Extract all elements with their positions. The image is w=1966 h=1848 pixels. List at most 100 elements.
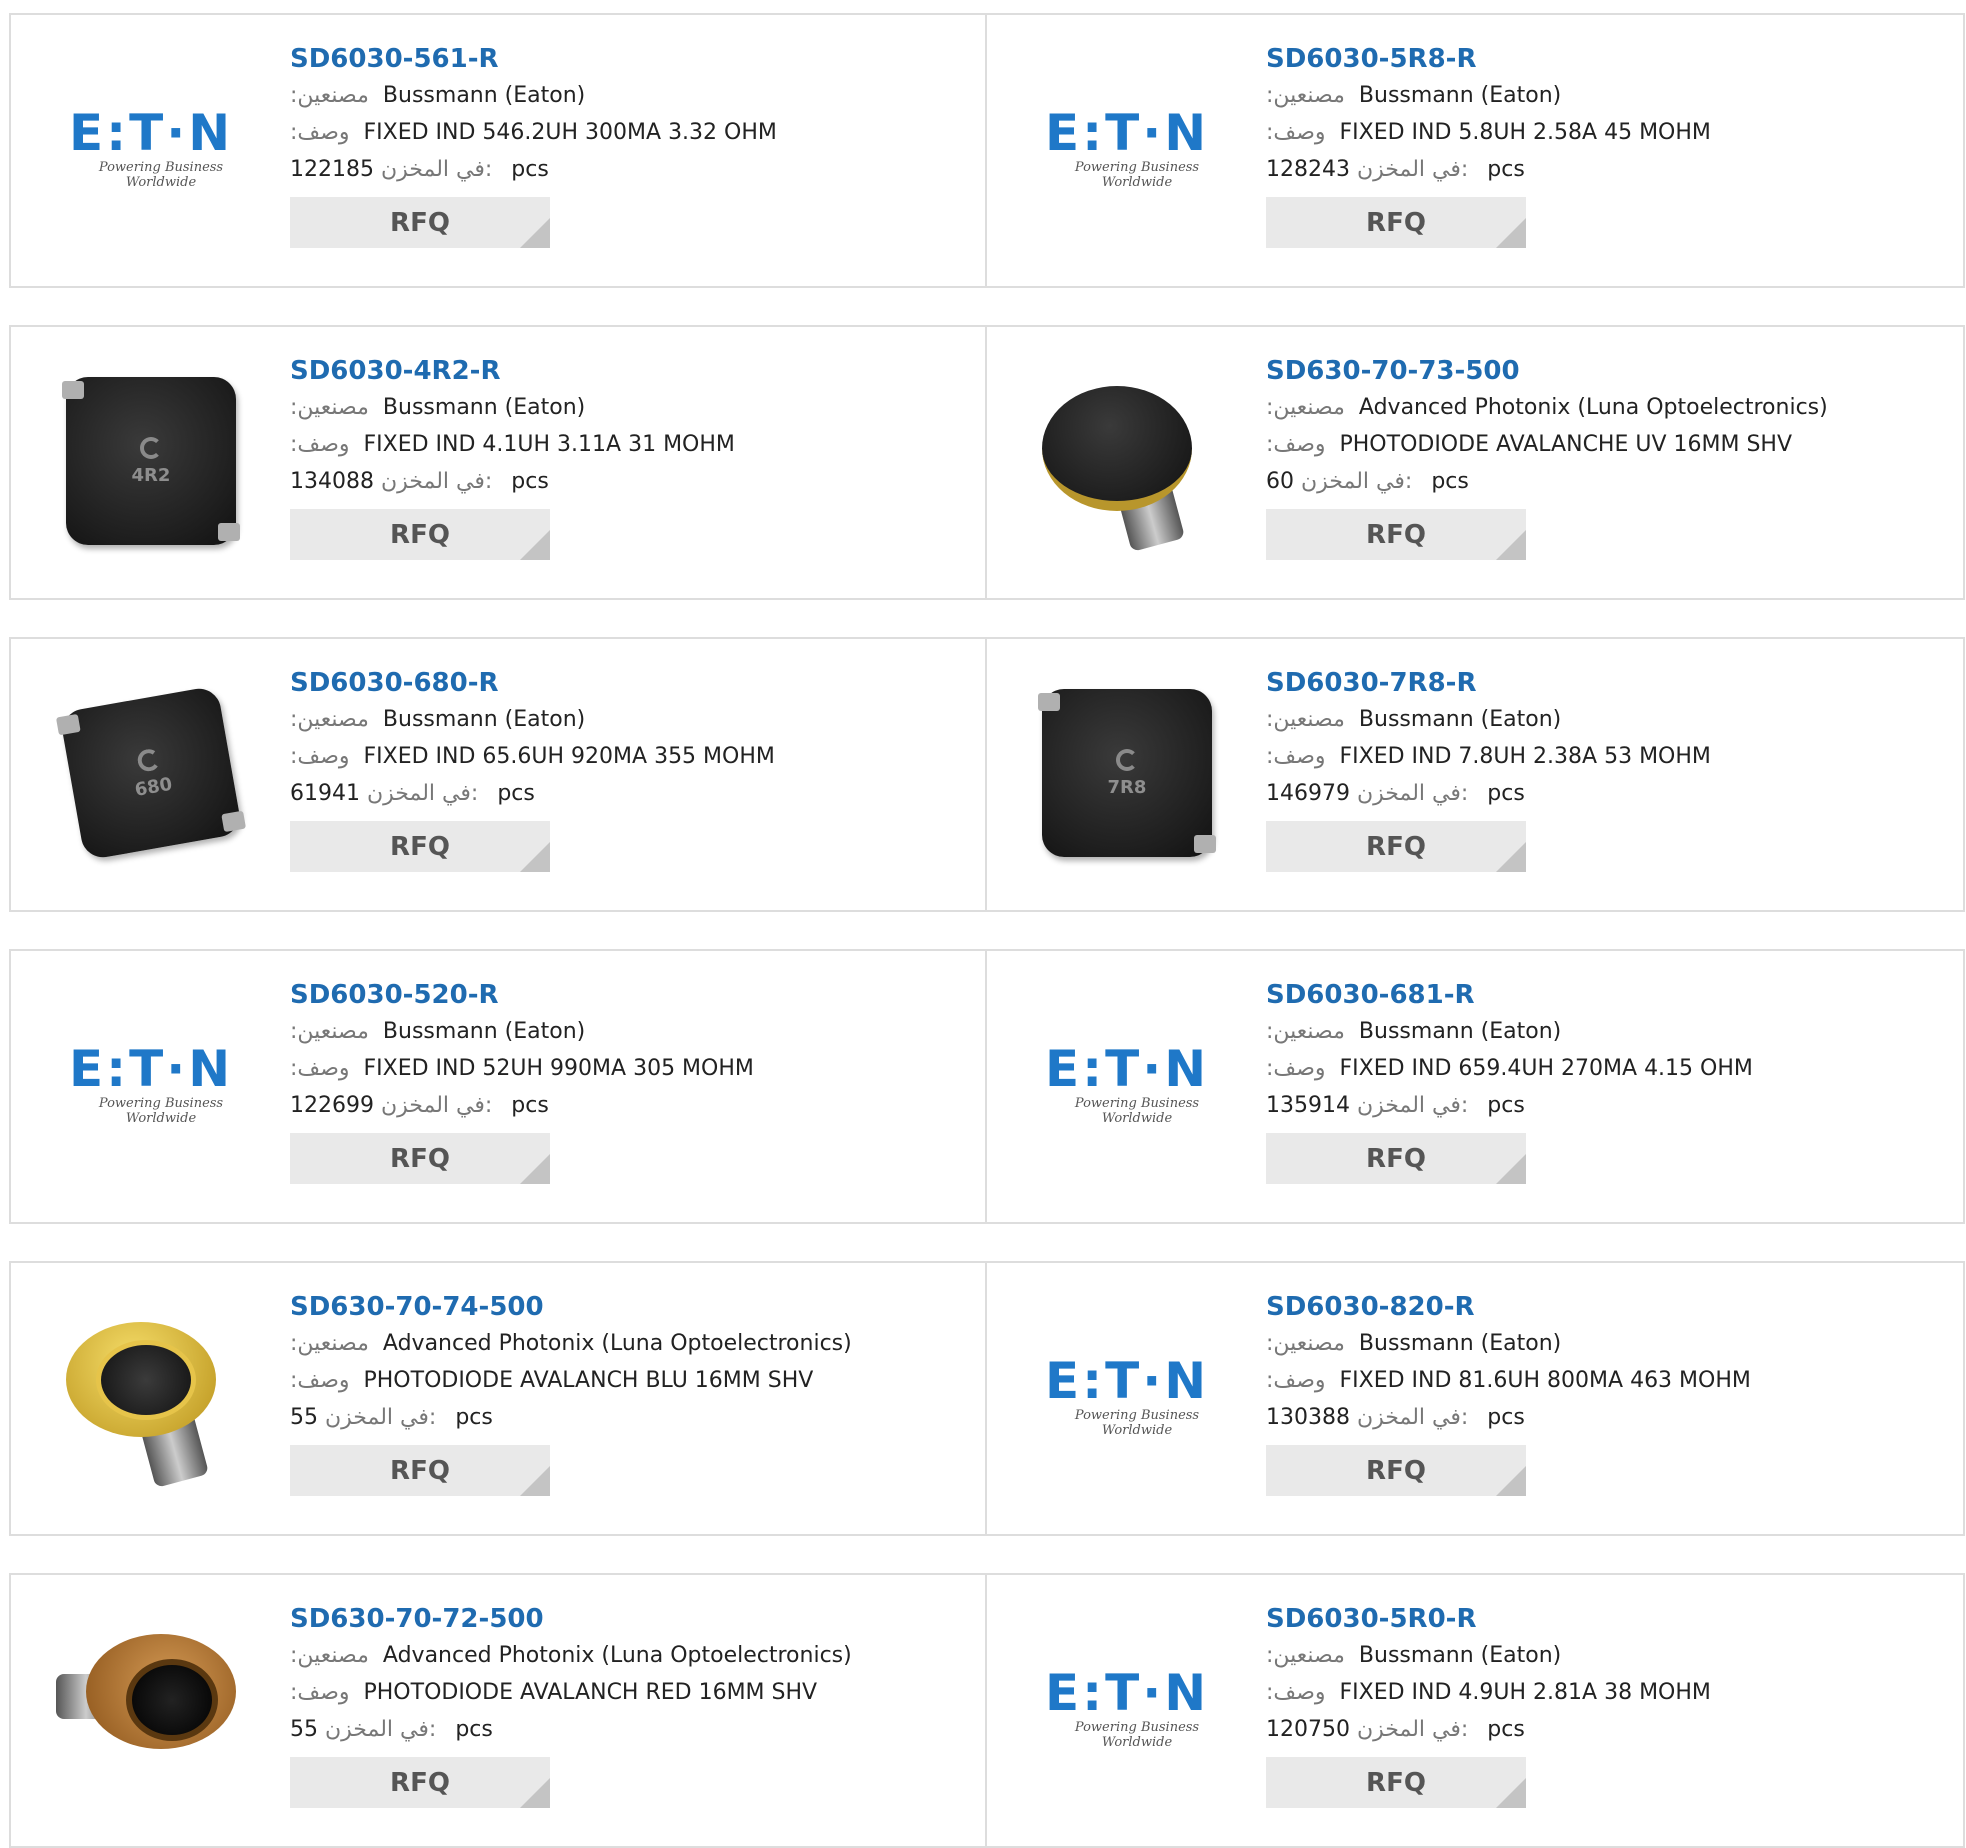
product-image[interactable]: E:T·N Powering Business Worldwide: [47, 989, 255, 1181]
stock-unit: pcs: [1487, 157, 1525, 182]
part-number-link[interactable]: SD6030-681-R: [1266, 977, 1475, 1013]
product-info: SD6030-4R2-R :مصنعين Bussmann (Eaton) :وص…: [290, 353, 965, 560]
product-card: E:T·N Powering Business Worldwide SD6030-…: [987, 1573, 1965, 1848]
inductor-pad: [218, 523, 240, 541]
stock-unit: pcs: [511, 157, 549, 182]
manufacturer-row: :مصنعين Bussmann (Eaton): [1266, 77, 1943, 114]
eaton-logo-tagline: Powering Business Worldwide: [98, 160, 224, 190]
rfq-button[interactable]: RFQ: [290, 1133, 550, 1184]
stock-value: 134088: [290, 469, 374, 494]
manufacturer-row: :مصنعين Bussmann (Eaton): [1266, 1637, 1943, 1674]
rfq-button[interactable]: RFQ: [1266, 1757, 1526, 1808]
product-image[interactable]: [47, 1613, 255, 1805]
product-info: SD6030-680-R :مصنعين Bussmann (Eaton) :وص…: [290, 665, 965, 872]
description-label: :وصف: [290, 744, 350, 769]
product-card: E:T·N Powering Business Worldwide SD6030-…: [9, 13, 987, 288]
manufacturer-label: :مصنعين: [290, 1643, 369, 1668]
rfq-button[interactable]: RFQ: [1266, 509, 1526, 560]
product-image[interactable]: E:T·N Powering Business Worldwide: [47, 53, 255, 245]
inductor-pad: [62, 381, 84, 399]
description-value: PHOTODIODE AVALANCH BLU 16MM SHV: [363, 1368, 814, 1393]
part-number-link[interactable]: SD630-70-73-500: [1266, 353, 1520, 389]
product-image[interactable]: E:T·N Powering Business Worldwide: [1023, 1613, 1231, 1805]
part-number-link[interactable]: SD630-70-74-500: [290, 1289, 544, 1325]
stock-row: 128243 في المخزن: pcs: [1266, 151, 1943, 188]
inductor-logo-icon: [135, 746, 162, 773]
product-image[interactable]: E:T·N Powering Business Worldwide: [1023, 989, 1231, 1181]
corner-triangle-icon: [520, 1154, 550, 1184]
manufacturer-value: Advanced Photonix (Luna Optoelectronics): [382, 1331, 852, 1356]
product-card: SD630-70-74-500 :مصنعين Advanced Photonix…: [9, 1261, 987, 1536]
product-image[interactable]: E:T·N Powering Business Worldwide: [1023, 53, 1231, 245]
manufacturer-label: :مصنعين: [290, 83, 369, 108]
rfq-button[interactable]: RFQ: [1266, 1445, 1526, 1496]
product-image[interactable]: 680: [47, 677, 255, 869]
stock-unit: pcs: [1487, 1717, 1525, 1742]
manufacturer-row: :مصنعين Bussmann (Eaton): [290, 77, 965, 114]
product-info: SD630-70-73-500 :مصنعين Advanced Photonix…: [1266, 353, 1943, 560]
stock-unit: pcs: [455, 1405, 493, 1430]
inductor-logo-icon: [140, 436, 162, 459]
inductor-pad: [55, 713, 81, 736]
stock-unit: pcs: [1487, 1405, 1525, 1430]
stock-row: 135914 في المخزن: pcs: [1266, 1087, 1943, 1124]
description-value: FIXED IND 52UH 990MA 305 MOHM: [363, 1056, 754, 1081]
stock-value: 122185: [290, 157, 374, 182]
description-label: :وصف: [290, 120, 350, 145]
eaton-logo: E:T·N Powering Business Worldwide: [1023, 108, 1231, 190]
rfq-button[interactable]: RFQ: [290, 1757, 550, 1808]
corner-triangle-icon: [520, 218, 550, 248]
product-image[interactable]: [47, 1301, 255, 1493]
stock-label: في المخزن:: [1356, 1405, 1469, 1430]
product-info: SD630-70-74-500 :مصنعين Advanced Photonix…: [290, 1289, 965, 1496]
corner-triangle-icon: [520, 1466, 550, 1496]
stock-value: 61941: [290, 781, 360, 806]
rfq-button[interactable]: RFQ: [290, 1445, 550, 1496]
rfq-button[interactable]: RFQ: [1266, 821, 1526, 872]
photodiode-window: [126, 1659, 218, 1741]
product-image[interactable]: E:T·N Powering Business Worldwide: [1023, 1301, 1231, 1493]
manufacturer-label: :مصنعين: [1266, 83, 1345, 108]
stock-value: 55: [290, 1405, 318, 1430]
part-number-link[interactable]: SD6030-5R8-R: [1266, 41, 1476, 77]
description-value: FIXED IND 546.2UH 300MA 3.32 OHM: [363, 120, 777, 145]
description-label: :وصف: [290, 1056, 350, 1081]
corner-triangle-icon: [520, 530, 550, 560]
part-number-link[interactable]: SD6030-5R0-R: [1266, 1601, 1476, 1637]
stock-row: 120750 في المخزن: pcs: [1266, 1711, 1943, 1748]
description-value: FIXED IND 4.9UH 2.81A 38 MOHM: [1339, 1680, 1711, 1705]
description-label: :وصف: [1266, 1680, 1326, 1705]
eaton-logo-tagline: Powering Business Worldwide: [98, 1096, 224, 1126]
part-number-link[interactable]: SD6030-520-R: [290, 977, 499, 1013]
rfq-button[interactable]: RFQ: [1266, 197, 1526, 248]
part-number-link[interactable]: SD6030-561-R: [290, 41, 499, 77]
part-number-link[interactable]: SD6030-680-R: [290, 665, 499, 701]
description-value: FIXED IND 4.1UH 3.11A 31 MOHM: [363, 432, 735, 457]
part-number-link[interactable]: SD6030-7R8-R: [1266, 665, 1476, 701]
manufacturer-label: :مصنعين: [290, 707, 369, 732]
product-image[interactable]: [1023, 365, 1231, 557]
stock-value: 130388: [1266, 1405, 1350, 1430]
part-number-link[interactable]: SD6030-820-R: [1266, 1289, 1475, 1325]
description-label: :وصف: [290, 432, 350, 457]
product-image[interactable]: 4R2: [47, 365, 255, 557]
stock-value: 146979: [1266, 781, 1350, 806]
rfq-button[interactable]: RFQ: [290, 197, 550, 248]
description-label: :وصف: [1266, 744, 1326, 769]
manufacturer-row: :مصنعين Advanced Photonix (Luna Optoelect…: [1266, 389, 1943, 426]
part-number-link[interactable]: SD630-70-72-500: [290, 1601, 544, 1637]
product-card: E:T·N Powering Business Worldwide SD6030-…: [987, 13, 1965, 288]
part-number-link[interactable]: SD6030-4R2-R: [290, 353, 500, 389]
product-info: SD630-70-72-500 :مصنعين Advanced Photonix…: [290, 1601, 965, 1808]
stock-value: 135914: [1266, 1093, 1350, 1118]
eaton-logo: E:T·N Powering Business Worldwide: [47, 1044, 255, 1126]
rfq-button[interactable]: RFQ: [1266, 1133, 1526, 1184]
rfq-label: RFQ: [1366, 1455, 1426, 1486]
rfq-button[interactable]: RFQ: [290, 509, 550, 560]
stock-unit: pcs: [455, 1717, 493, 1742]
stock-label: في المخزن:: [367, 781, 479, 806]
manufacturer-label: :مصنعين: [290, 395, 369, 420]
manufacturer-row: :مصنعين Bussmann (Eaton): [290, 701, 965, 738]
rfq-button[interactable]: RFQ: [290, 821, 550, 872]
product-image[interactable]: 7R8: [1023, 677, 1231, 869]
